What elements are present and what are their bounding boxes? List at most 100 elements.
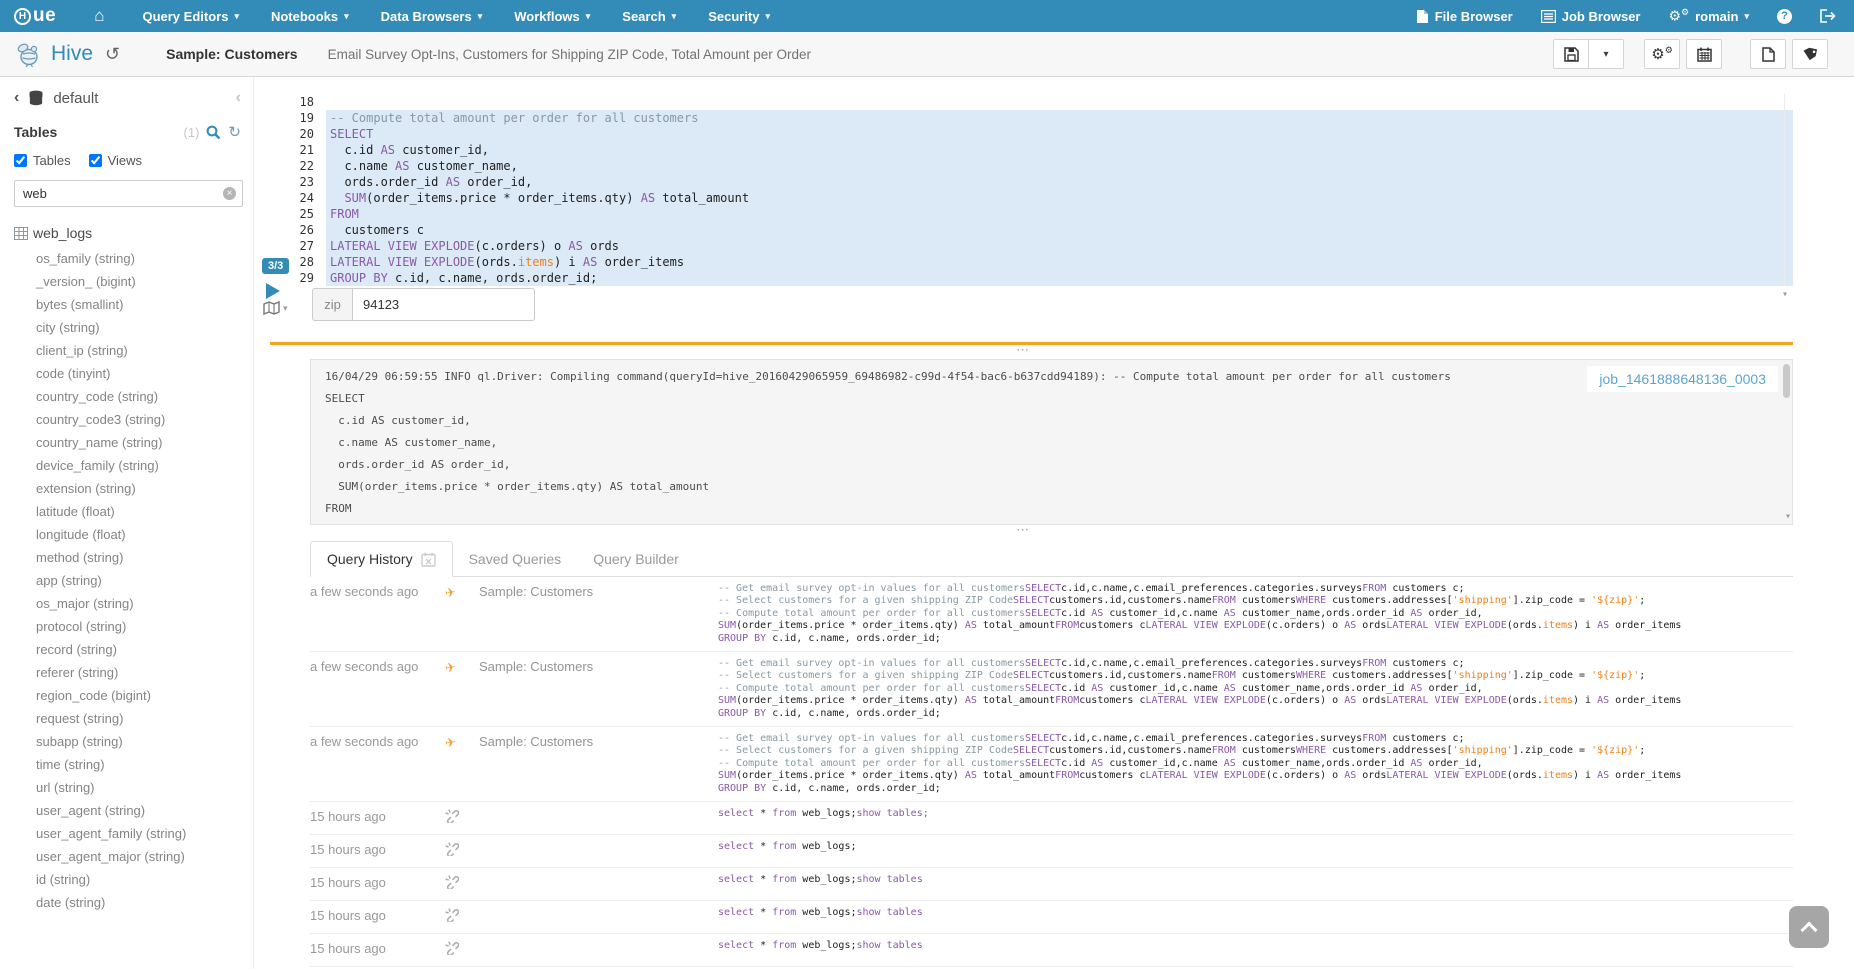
app-name[interactable]: Hive — [51, 42, 93, 66]
code-line[interactable]: 27LATERAL VIEW EXPLODE(c.orders) o AS or… — [254, 238, 1793, 254]
history-row[interactable]: a few seconds ago✈Sample: Customers-- Ge… — [310, 577, 1793, 652]
column-item[interactable]: city (string) — [14, 316, 245, 339]
code-line[interactable]: 22 c.name AS customer_name, — [254, 158, 1793, 174]
history-sql[interactable]: -- Get email survey opt-in values for al… — [718, 583, 1793, 645]
history-sql[interactable]: -- Get email survey opt-in values for al… — [718, 658, 1793, 720]
column-item[interactable]: client_ip (string) — [14, 339, 245, 362]
history-sql[interactable]: select * from web_logs; — [718, 841, 1793, 861]
column-item[interactable]: protocol (string) — [14, 615, 245, 638]
history-query-name[interactable] — [479, 940, 718, 960]
tables-checkbox-input[interactable] — [14, 154, 27, 167]
clear-filter-icon[interactable]: × — [223, 187, 236, 200]
column-item[interactable]: user_agent (string) — [14, 799, 245, 822]
column-item[interactable]: subapp (string) — [14, 730, 245, 753]
column-item[interactable]: user_agent_family (string) — [14, 822, 245, 845]
column-item[interactable]: _version_ (bigint) — [14, 270, 245, 293]
user-menu[interactable]: ⚙⚙ romain ▾ — [1668, 7, 1749, 25]
navbar-menu-search[interactable]: Search▾ — [606, 0, 692, 32]
history-query-name[interactable] — [479, 808, 718, 828]
editor-scrollbar[interactable]: ▾ — [1784, 94, 1793, 286]
code-line[interactable]: 20SELECT — [254, 126, 1793, 142]
search-icon[interactable] — [206, 125, 221, 140]
filter-tables-checkbox[interactable]: Tables — [14, 153, 71, 168]
history-query-name[interactable] — [479, 907, 718, 927]
database-name[interactable]: default — [53, 90, 98, 107]
file-browser-link[interactable]: File Browser — [1416, 9, 1513, 24]
column-item[interactable]: code (tinyint) — [14, 362, 245, 385]
column-item[interactable]: record (string) — [14, 638, 245, 661]
code-line[interactable]: 26 customers c — [254, 222, 1793, 238]
variable-value-input[interactable] — [352, 288, 535, 321]
column-item[interactable]: user_agent_major (string) — [14, 845, 245, 868]
job-browser-link[interactable]: Job Browser — [1541, 9, 1641, 24]
table-filter-input[interactable] — [14, 180, 243, 207]
column-item[interactable]: os_family (string) — [14, 247, 245, 270]
resize-handle-bottom[interactable]: ⋯ — [254, 525, 1793, 539]
sql-editor[interactable]: 1819-- Compute total amount per order fo… — [254, 94, 1793, 286]
filter-views-checkbox[interactable]: Views — [89, 153, 142, 168]
save-button[interactable] — [1553, 39, 1589, 69]
history-sql[interactable]: select * from web_logs;show tables — [718, 907, 1793, 927]
navbar-menu-data-browsers[interactable]: Data Browsers▾ — [365, 0, 499, 32]
navbar-menu-workflows[interactable]: Workflows▾ — [498, 0, 606, 32]
history-query-name[interactable] — [479, 841, 718, 861]
column-item[interactable]: date (string) — [14, 891, 245, 914]
column-item[interactable]: os_major (string) — [14, 592, 245, 615]
table-item-web-logs[interactable]: web_logs — [14, 225, 245, 241]
tab-query-builder[interactable]: Query Builder — [577, 541, 695, 576]
column-item[interactable]: id (string) — [14, 868, 245, 891]
tab-saved-queries[interactable]: Saved Queries — [453, 541, 578, 576]
navbar-menu-query-editors[interactable]: Query Editors▾ — [126, 0, 255, 32]
code-line[interactable]: 29GROUP BY c.id, c.name, ords.order_id; — [254, 270, 1793, 286]
history-undo-icon[interactable]: ↺ — [105, 44, 120, 65]
code-line[interactable]: 21 c.id AS customer_id, — [254, 142, 1793, 158]
history-query-name[interactable]: Sample: Customers — [479, 733, 718, 795]
column-item[interactable]: url (string) — [14, 776, 245, 799]
column-item[interactable]: app (string) — [14, 569, 245, 592]
log-scrollbar-thumb[interactable] — [1783, 364, 1790, 398]
settings-button[interactable]: ⚙⚙ — [1644, 39, 1680, 69]
code-line[interactable]: 25FROM — [254, 206, 1793, 222]
job-link[interactable]: job_1461888648136_0003 — [1599, 371, 1766, 387]
new-document-button[interactable] — [1750, 39, 1786, 69]
history-row[interactable]: 15 hours agoselect * from web_logs;show … — [310, 934, 1793, 967]
history-query-name[interactable]: Sample: Customers — [479, 583, 718, 645]
history-row[interactable]: a few seconds ago✈Sample: Customers-- Ge… — [310, 727, 1793, 802]
history-sql[interactable]: select * from web_logs;show tables; — [718, 808, 1793, 828]
views-checkbox-input[interactable] — [89, 154, 102, 167]
code-line[interactable]: 24 SUM(order_items.price * order_items.q… — [254, 190, 1793, 206]
column-item[interactable]: country_name (string) — [14, 431, 245, 454]
history-row[interactable]: 15 hours agoselect * from web_logs;show … — [310, 802, 1793, 835]
column-item[interactable]: referer (string) — [14, 661, 245, 684]
history-query-name[interactable]: Sample: Customers — [479, 658, 718, 720]
code-line[interactable]: 19-- Compute total amount per order for … — [254, 110, 1793, 126]
history-row[interactable]: 15 hours agoselect * from web_logs;show … — [310, 901, 1793, 934]
column-item[interactable]: bytes (smallint) — [14, 293, 245, 316]
column-item[interactable]: country_code (string) — [14, 385, 245, 408]
navbar-menu-notebooks[interactable]: Notebooks▾ — [255, 0, 365, 32]
refresh-icon[interactable]: ↻ — [228, 123, 241, 141]
column-item[interactable]: time (string) — [14, 753, 245, 776]
back-chevron-icon[interactable]: ‹ — [14, 89, 19, 107]
code-line[interactable]: 23 ords.order_id AS order_id, — [254, 174, 1793, 190]
tab-query-history[interactable]: Query History — [310, 541, 453, 577]
functions-map-button[interactable]: ▾ — [263, 301, 288, 315]
history-sql[interactable]: select * from web_logs;show tables — [718, 874, 1793, 894]
navbar-menu-security[interactable]: Security▾ — [692, 0, 786, 32]
statement-counter-badge[interactable]: 3/3 — [262, 258, 289, 274]
code-line[interactable]: 18 — [254, 94, 1793, 110]
resize-handle-top[interactable]: ⋯ — [254, 345, 1793, 359]
column-item[interactable]: latitude (float) — [14, 500, 245, 523]
column-item[interactable]: region_code (bigint) — [14, 684, 245, 707]
document-title[interactable]: Sample: Customers — [166, 46, 297, 62]
history-row[interactable]: 15 hours agoselect * from web_logs;show … — [310, 868, 1793, 901]
home-icon[interactable]: ⌂ — [72, 6, 126, 26]
save-dropdown-button[interactable]: ▾ — [1588, 39, 1624, 69]
hue-logo[interactable]: H ue — [0, 5, 72, 27]
column-item[interactable]: method (string) — [14, 546, 245, 569]
tags-button[interactable] — [1792, 39, 1828, 69]
schedule-button[interactable] — [1686, 39, 1722, 69]
collapse-panel-icon[interactable]: ‹ — [236, 89, 241, 107]
history-query-name[interactable] — [479, 874, 718, 894]
log-panel[interactable]: job_1461888648136_0003 ▾ 16/04/29 06:59:… — [310, 359, 1793, 525]
